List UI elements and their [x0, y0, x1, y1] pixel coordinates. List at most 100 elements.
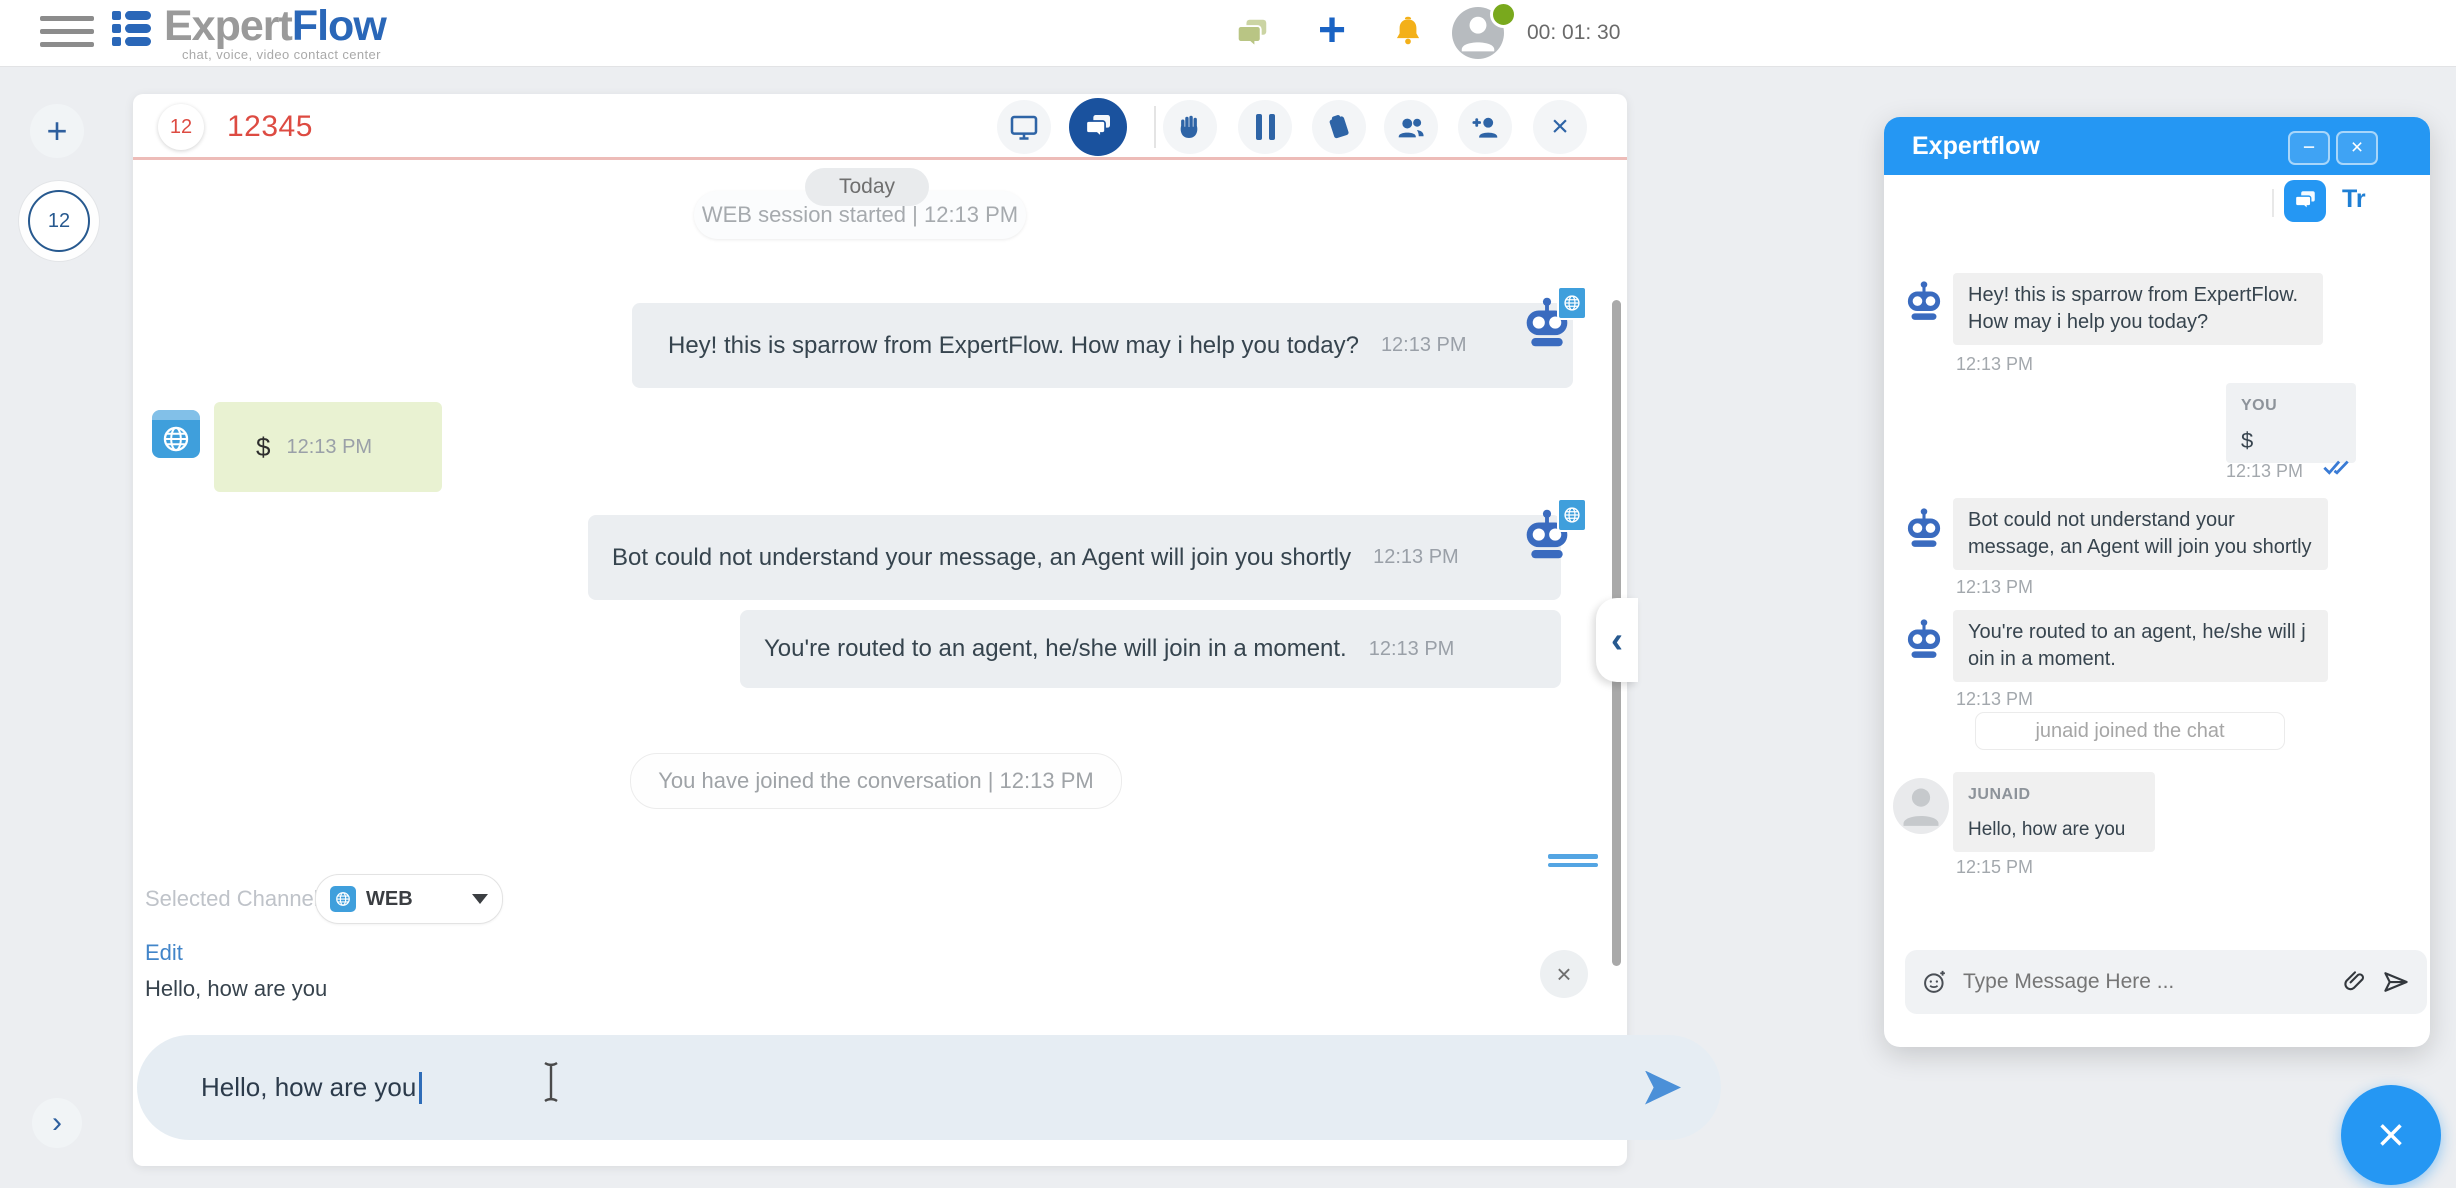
chat-bubbles-icon	[2292, 188, 2318, 214]
channel-select-dropdown[interactable]: WEB	[315, 874, 503, 924]
widget-minimize-button[interactable]: −	[2288, 131, 2330, 165]
widget-message-input[interactable]	[1961, 969, 2329, 995]
widget-message-time: 12:13 PM	[1956, 577, 2033, 598]
text-caret	[419, 1072, 422, 1104]
scroll-indicator	[1548, 854, 1598, 867]
globe-icon	[160, 423, 192, 455]
person-icon	[1893, 778, 1949, 834]
brand-flow: Flow	[292, 2, 386, 50]
conversation-title: 12345	[227, 94, 313, 160]
robot-icon	[1901, 507, 1947, 553]
bot-avatar	[1901, 507, 1947, 558]
widget-message-you: YOU $	[2226, 383, 2356, 463]
widget-title: Expertflow	[1912, 117, 2040, 175]
conversation-badge: 12	[48, 210, 70, 233]
widget-font-size-button[interactable]: Tr	[2342, 185, 2366, 214]
conversation-panel: 12 12345	[133, 94, 1627, 1166]
pause-icon	[1256, 114, 1275, 140]
chevron-right-icon: ›	[52, 1106, 62, 1140]
brand-expert: Expert	[164, 2, 292, 50]
robot-icon	[1901, 280, 1947, 326]
close-icon: ×	[2377, 1108, 2405, 1163]
web-channel-badge	[1557, 286, 1587, 320]
top-header: ExpertFlow chat, voice, video contact ce…	[0, 0, 2456, 67]
robot-icon	[1901, 618, 1947, 664]
collapse-panel-button[interactable]: ‹	[1596, 598, 1638, 682]
screen-share-button[interactable]	[997, 100, 1051, 154]
message-time: 12:13 PM	[1381, 334, 1467, 357]
widget-message-time: 12:13 PM	[1956, 354, 2033, 375]
joined-chat-notice: junaid joined the chat	[1975, 712, 2285, 750]
channel-value: WEB	[366, 888, 413, 911]
send-plane-icon[interactable]	[2381, 967, 2411, 997]
selected-channel-label: Selected Channel:	[145, 886, 325, 912]
hamburger-menu-icon[interactable]	[40, 16, 94, 47]
wrap-up-notes-button[interactable]	[1312, 100, 1366, 154]
globe-icon	[1562, 505, 1582, 525]
widget-header: Expertflow − ×	[1884, 117, 2430, 175]
close-conversation-button[interactable]: ×	[1533, 100, 1587, 154]
attachment-paperclip-icon[interactable]	[2341, 968, 2369, 996]
message-bubble-bot-1: Hey! this is sparrow from ExpertFlow. Ho…	[632, 303, 1573, 388]
chat-bubbles-icon	[1082, 111, 1114, 143]
message-input-value: Hello, how are you	[201, 1072, 416, 1103]
call-timer: 00: 01: 30	[1527, 0, 1620, 66]
globe-icon	[1562, 293, 1582, 313]
cancel-edit-button[interactable]: ×	[1540, 950, 1588, 998]
conversations-icon[interactable]	[1233, 15, 1271, 58]
expertflow-logo-icon	[112, 9, 158, 58]
bot-avatar	[1901, 618, 1947, 669]
close-icon: ×	[2351, 136, 2363, 160]
expand-sidebar-button[interactable]: ›	[32, 1098, 82, 1148]
conference-button[interactable]	[1384, 100, 1438, 154]
raise-hand-button[interactable]	[1163, 100, 1217, 154]
widget-message-bot-2: Bot could not understand your message, a…	[1953, 498, 2328, 570]
chat-view-button-active[interactable]	[1069, 98, 1127, 156]
message-time: 12:13 PM	[1369, 638, 1455, 661]
widget-message-time: 12:13 PM	[2226, 461, 2303, 482]
app-screen: ExpertFlow chat, voice, video contact ce…	[0, 0, 2456, 1188]
message-time: 12:13 PM	[286, 436, 372, 459]
chevron-left-icon: ‹	[1611, 619, 1623, 661]
agent-avatar	[1893, 778, 1949, 834]
widget-tools-divider	[2272, 189, 2274, 217]
agent-joined-notice: You have joined the conversation | 12:13…	[630, 753, 1122, 809]
emoji-picker-icon[interactable]	[1921, 968, 1949, 996]
active-tab-underline	[133, 157, 1627, 160]
hold-pause-button[interactable]	[1238, 100, 1292, 154]
web-channel-badge	[1557, 498, 1587, 532]
edit-message-text: Hello, how are you	[145, 976, 327, 1002]
widget-launcher-close-button[interactable]: ×	[2341, 1085, 2441, 1185]
message-bubble-system: You're routed to an agent, he/she will j…	[740, 610, 1561, 688]
message-time: 12:13 PM	[1373, 546, 1459, 569]
edit-message-link[interactable]: Edit	[145, 940, 183, 966]
widget-message-bot-1: Hey! this is sparrow from ExpertFlow. Ho…	[1953, 273, 2323, 345]
notes-icon	[1324, 112, 1354, 142]
widget-message-agent: JUNAID Hello, how are you	[1953, 772, 2155, 852]
message-bubble-customer: $ 12:13 PM	[214, 402, 442, 492]
double-check-icon	[2322, 455, 2350, 479]
widget-close-button[interactable]: ×	[2336, 131, 2378, 165]
brand-wordmark: ExpertFlow	[164, 2, 386, 51]
caret-down-icon	[472, 894, 488, 904]
plus-icon: +	[46, 110, 67, 152]
widget-message-time: 12:15 PM	[1956, 857, 2033, 878]
send-button[interactable]	[1645, 1071, 1681, 1105]
people-icon	[1395, 111, 1427, 143]
message-input[interactable]: Hello, how are you	[137, 1035, 1721, 1140]
conversation-tab-12[interactable]: 12	[28, 190, 90, 252]
conversation-tabbar: 12 12345	[133, 94, 1627, 160]
day-divider: Today	[805, 168, 929, 206]
new-chat-plus-icon[interactable]: +	[1318, 0, 1346, 66]
new-conversation-button[interactable]: +	[30, 104, 84, 158]
message-bubble-bot-2: Bot could not understand your message, a…	[588, 515, 1561, 600]
widget-chat-mode-button[interactable]	[2284, 180, 2326, 222]
widget-message-time: 12:13 PM	[1956, 689, 2033, 710]
queue-badge: 12	[158, 104, 204, 150]
add-participant-button[interactable]	[1458, 100, 1512, 154]
presence-status-dot	[1490, 1, 1517, 28]
notifications-bell-icon[interactable]	[1390, 14, 1426, 55]
web-channel-icon	[330, 886, 356, 912]
customer-chat-widget: Expertflow − × Tr Hey! this is sparrow f…	[1884, 117, 2430, 1047]
close-icon: ×	[1551, 110, 1569, 144]
